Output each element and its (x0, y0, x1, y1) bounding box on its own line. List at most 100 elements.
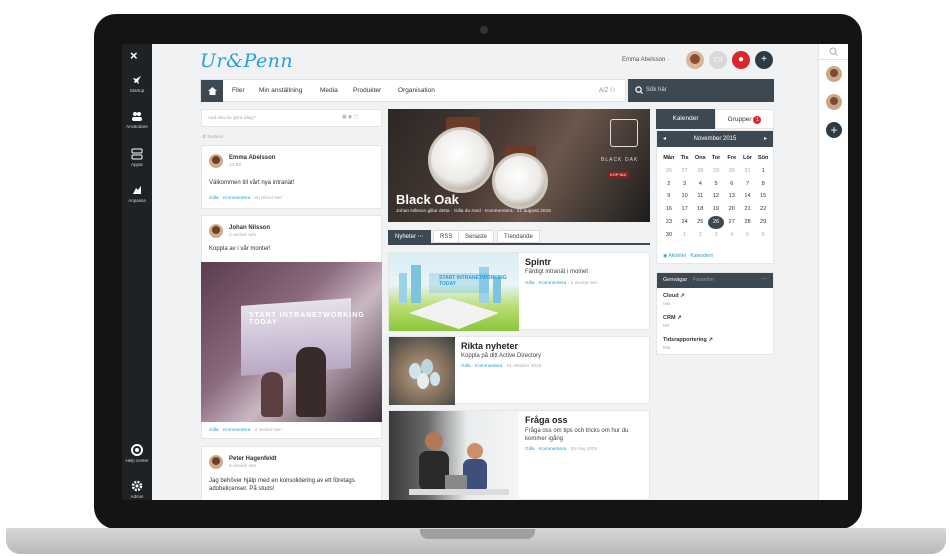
calendar-day[interactable]: 21 (740, 203, 756, 216)
sidebar-item-customize[interactable]: Anpassa (122, 184, 152, 203)
calendar-day[interactable]: 31 (740, 165, 756, 178)
tab-latest[interactable]: Senaste (458, 230, 495, 243)
news-title[interactable]: Fråga oss (525, 415, 568, 425)
sidebar-item-admin[interactable]: Admin (122, 480, 152, 499)
news-item[interactable]: Fråga oss Fråga oss om tips och tricks o… (388, 410, 650, 500)
calendar-day[interactable]: 4 (724, 229, 740, 242)
calendar-day[interactable]: 28 (692, 165, 708, 178)
nav-item-files[interactable]: Filer (232, 87, 245, 94)
user-name[interactable]: Emma Abelsson · (622, 57, 669, 63)
news-item[interactable]: START INTRANETWORKING TODAY Spintr Färdi… (388, 252, 650, 331)
calendar-day[interactable]: 7 (740, 178, 756, 191)
calendar-day[interactable]: 1 (755, 165, 771, 178)
calendar-day[interactable]: 10 (677, 190, 693, 203)
calendar-day[interactable]: 14 (740, 190, 756, 203)
sidebar-item-help[interactable]: Help center (122, 444, 152, 463)
rail-add-button[interactable]: + (826, 122, 842, 138)
rail-avatar[interactable] (826, 94, 842, 110)
tab-trending[interactable]: Trendande (497, 230, 540, 243)
sidebar-item-apps[interactable]: Appar (122, 148, 152, 167)
tab-calendar[interactable]: Kalender (656, 109, 715, 129)
shortcut-link[interactable]: Cloud ↗ (663, 293, 685, 299)
news-title[interactable]: Spintr (525, 257, 551, 267)
nav-item-products[interactable]: Produkter (353, 87, 381, 94)
post-author[interactable]: Peter Hagenfeldt (229, 456, 277, 462)
nav-item-employment[interactable]: Min anställning (259, 87, 302, 94)
avatar[interactable] (209, 455, 223, 469)
avatar[interactable] (209, 224, 223, 238)
calendar-day[interactable]: 12 (708, 190, 724, 203)
banner-title[interactable]: Black Oak (396, 192, 459, 207)
calendar-day[interactable]: 15 (755, 190, 771, 203)
calendar-day[interactable]: 4 (692, 178, 708, 191)
calendar-day[interactable]: 5 (708, 178, 724, 191)
calendar-day[interactable]: 27 (677, 165, 693, 178)
featured-banner[interactable]: BLACK OAK KÖP NU! Black Oak Johan Nilsso… (388, 109, 650, 222)
calendar-day[interactable]: 29 (708, 165, 724, 178)
comment-link[interactable]: Kommentera (539, 281, 566, 286)
close-icon[interactable]: × (130, 48, 138, 63)
calendar-day[interactable]: 30 (724, 165, 740, 178)
tab-favorites[interactable]: Favoriter (693, 277, 715, 283)
buy-button[interactable]: KÖP NU! (607, 171, 630, 178)
sidebar-item-users[interactable]: Användare (122, 110, 152, 129)
calendar-day[interactable]: 23 (661, 216, 677, 229)
calendar-day[interactable]: 3 (708, 229, 724, 242)
post-photo[interactable]: START INTRANETWORKING TODAY (201, 262, 382, 422)
like-link[interactable]: Gilla (209, 196, 219, 201)
calendar-day[interactable]: 1 (677, 229, 693, 242)
calendar-day[interactable]: 27 (724, 216, 740, 229)
tab-groups[interactable]: Grupper 1 (715, 109, 774, 129)
like-link[interactable]: Gilla (525, 447, 535, 452)
avatar[interactable] (209, 154, 223, 168)
calendar-day[interactable]: 3 (677, 178, 693, 191)
calendar-day[interactable]: 2 (692, 229, 708, 242)
tab-shortcuts[interactable]: Genvägar (663, 277, 687, 283)
more-icon[interactable]: ⋯ (762, 273, 768, 288)
like-link[interactable]: Gilla (209, 428, 219, 433)
calendar-day[interactable]: 2 (661, 178, 677, 191)
add-icon[interactable]: + (755, 51, 773, 69)
calendar-day[interactable]: 26 (708, 215, 724, 229)
calendar-day[interactable]: 26 (661, 165, 677, 178)
nav-item-media[interactable]: Media (320, 87, 338, 94)
like-link[interactable]: Gilla (461, 364, 471, 369)
comment-link[interactable]: Kommentera (475, 364, 502, 369)
app-logo[interactable]: Ur&Penn (200, 50, 293, 72)
comment-link[interactable]: Kommentera (223, 196, 250, 201)
prev-month-button[interactable]: ◂ (663, 131, 666, 147)
calendar-day[interactable]: 11 (692, 190, 708, 203)
post-author[interactable]: Emma Abelsson (229, 155, 275, 161)
next-month-button[interactable]: ▸ (764, 131, 767, 147)
search-input[interactable]: Sök här (628, 79, 774, 102)
calendar-day[interactable]: 30 (661, 229, 677, 242)
calendar-day[interactable]: 22 (755, 203, 771, 216)
nav-tools[interactable]: A/Z ⚇ (599, 87, 615, 94)
post-composer[interactable]: Vad ska du göra idag? ▣ ◉ ▢ (201, 109, 382, 127)
calendar-day[interactable]: 20 (724, 203, 740, 216)
rail-avatar[interactable] (826, 66, 842, 82)
calendar-day[interactable]: 5 (740, 229, 756, 242)
calendar-day[interactable]: 25 (692, 216, 708, 229)
shortcut-link[interactable]: CRM ↗ (663, 315, 682, 321)
shortcut-link[interactable]: Tidsrapportering ↗ (663, 337, 713, 343)
calendar-day[interactable]: 8 (755, 178, 771, 191)
like-link[interactable]: Gilla (525, 281, 535, 286)
calendar-day[interactable]: 13 (724, 190, 740, 203)
rail-search-icon[interactable] (819, 44, 848, 60)
calendar-footer-link[interactable]: ◉ Aktivitet · Kalendern (663, 253, 713, 259)
comment-link[interactable]: Kommentera (223, 428, 250, 433)
comment-link[interactable]: Kommentera (539, 447, 566, 452)
home-button[interactable] (201, 80, 223, 102)
calendar-day[interactable]: 19 (708, 203, 724, 216)
message-icon[interactable]: ▭ (709, 51, 727, 69)
calendar-day[interactable]: 6 (724, 178, 740, 191)
tab-news[interactable]: Nyheter ⋯ (388, 230, 431, 243)
nav-item-organisation[interactable]: Organisation (398, 87, 435, 94)
calendar-day[interactable]: 29 (755, 216, 771, 229)
post-author[interactable]: Johan Nilsson (229, 225, 270, 231)
calendar-day[interactable]: 17 (677, 203, 693, 216)
calendar-day[interactable]: 18 (692, 203, 708, 216)
notification-icon[interactable]: ● (732, 51, 750, 69)
tab-rss[interactable]: RSS (433, 230, 460, 243)
